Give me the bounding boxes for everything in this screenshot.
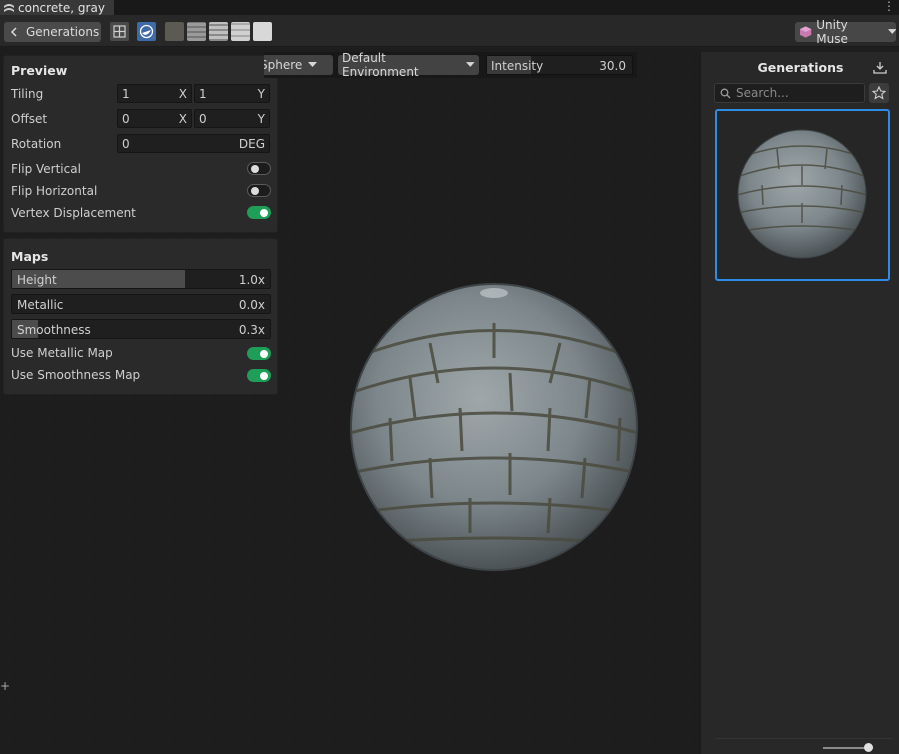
generation-thumbnail[interactable]	[715, 109, 890, 281]
grid-view-button[interactable]	[110, 22, 129, 41]
muse-cube-icon	[799, 26, 812, 38]
preview-panel: Preview Tiling 1 X 1 Y Offset 0 X 0 Y Ro…	[3, 55, 278, 233]
material-icon	[4, 3, 14, 12]
intensity-slider[interactable]: Intensity 30.0	[486, 55, 633, 75]
maps-panel: Maps Height 1.0x Metallic 0.0x Smoothnes…	[3, 238, 278, 395]
caret-down-icon	[308, 62, 318, 67]
smoothness-slider[interactable]: Smoothness 0.3x	[11, 319, 271, 339]
rotation-unit: DEG	[238, 136, 265, 151]
rotation-value: 0	[122, 136, 130, 151]
flip-vertical-toggle[interactable]	[247, 162, 271, 175]
offset-x-field[interactable]: 0 X	[117, 109, 192, 128]
document-tab[interactable]: concrete, gray	[0, 0, 114, 15]
search-input[interactable]: Search...	[714, 83, 865, 103]
normal-map-thumb[interactable]	[187, 22, 206, 41]
primitive-value: Sphere	[264, 58, 303, 72]
star-icon	[872, 86, 886, 100]
rotation-label: Rotation	[11, 137, 62, 151]
caret-down-icon	[466, 62, 475, 67]
back-to-generations-button[interactable]: Generations	[4, 22, 101, 42]
maps-title: Maps	[11, 249, 49, 264]
tiling-label: Tiling	[11, 87, 44, 101]
metallic-map-thumb[interactable]	[231, 22, 250, 41]
generations-title: Generations	[757, 60, 844, 75]
sphere-render	[350, 283, 638, 571]
smoothness-value: 0.3x	[238, 323, 265, 337]
viewport-controls: Sphere Default Environment Intensity 30.…	[264, 51, 637, 79]
muse-label: Unity Muse	[816, 18, 848, 46]
offset-y-value: 0	[199, 111, 207, 126]
albedo-map-thumb[interactable]	[165, 22, 184, 41]
crosshair-icon: +	[0, 679, 11, 693]
search-placeholder: Search...	[736, 86, 789, 100]
use-metallic-label: Use Metallic Map	[11, 346, 113, 360]
caret-down-icon	[887, 29, 896, 34]
flip-horizontal-toggle[interactable]	[247, 184, 271, 197]
tab-title: concrete, gray	[18, 0, 105, 15]
metallic-label: Metallic	[17, 298, 64, 312]
flip-vertical-label: Flip Vertical	[11, 162, 81, 176]
offset-x-unit: X	[178, 111, 187, 126]
download-icon[interactable]	[873, 61, 887, 75]
thumbnail-size-slider-handle[interactable]	[864, 743, 873, 752]
tiling-y-field[interactable]: 1 Y	[194, 84, 270, 103]
offset-x-value: 0	[122, 111, 130, 126]
material-sphere-preview[interactable]	[350, 283, 638, 571]
smoothness-label: Smoothness	[17, 323, 91, 337]
tiling-x-field[interactable]: 1 X	[117, 84, 192, 103]
window-tab-bar: concrete, gray ⋮	[0, 0, 899, 15]
generation-sphere-thumb	[737, 129, 867, 259]
use-smoothness-toggle[interactable]	[247, 369, 271, 382]
intensity-value: 30.0	[599, 59, 626, 73]
height-map-thumb[interactable]	[209, 22, 228, 41]
toolbar: Generations Unity Muse	[0, 15, 899, 47]
height-value: 1.0x	[238, 273, 265, 287]
offset-y-field[interactable]: 0 Y	[194, 109, 270, 128]
height-slider[interactable]: Height 1.0x	[11, 269, 271, 289]
more-options-icon[interactable]: ⋮	[883, 0, 895, 13]
search-icon	[720, 88, 731, 98]
generations-panel: Generations Search...	[700, 52, 899, 754]
tiling-x-value: 1	[122, 86, 130, 101]
sphere-view-icon	[139, 24, 154, 39]
sphere-view-button[interactable]	[137, 22, 156, 41]
tiling-y-unit: Y	[257, 86, 265, 101]
tiling-x-unit: X	[178, 86, 187, 101]
use-smoothness-label: Use Smoothness Map	[11, 368, 141, 382]
vertex-displacement-label: Vertex Displacement	[11, 206, 136, 220]
panel-divider	[715, 738, 893, 739]
metallic-value: 0.0x	[238, 298, 265, 312]
use-metallic-toggle[interactable]	[247, 347, 271, 360]
offset-label: Offset	[11, 112, 48, 126]
offset-y-unit: Y	[257, 111, 265, 126]
vertex-displacement-toggle[interactable]	[247, 206, 271, 219]
rotation-field[interactable]: 0 DEG	[117, 134, 270, 153]
tiling-y-value: 1	[199, 86, 207, 101]
primitive-dropdown[interactable]: Sphere	[264, 55, 333, 75]
back-button-label: Generations	[26, 25, 100, 39]
intensity-label: Intensity	[491, 59, 544, 73]
grid-view-icon	[113, 25, 126, 38]
metallic-slider[interactable]: Metallic 0.0x	[11, 294, 271, 314]
favorites-filter-button[interactable]	[869, 83, 889, 103]
environment-dropdown[interactable]: Default Environment	[338, 51, 479, 79]
flip-horizontal-label: Flip Horizontal	[11, 184, 98, 198]
chevron-left-icon	[10, 27, 17, 37]
preview-title: Preview	[11, 63, 68, 78]
environment-value: Default Environment	[342, 51, 419, 79]
unity-muse-dropdown[interactable]: Unity Muse	[795, 18, 896, 46]
height-label: Height	[17, 273, 57, 287]
smoothness-map-thumb[interactable]	[253, 22, 272, 41]
